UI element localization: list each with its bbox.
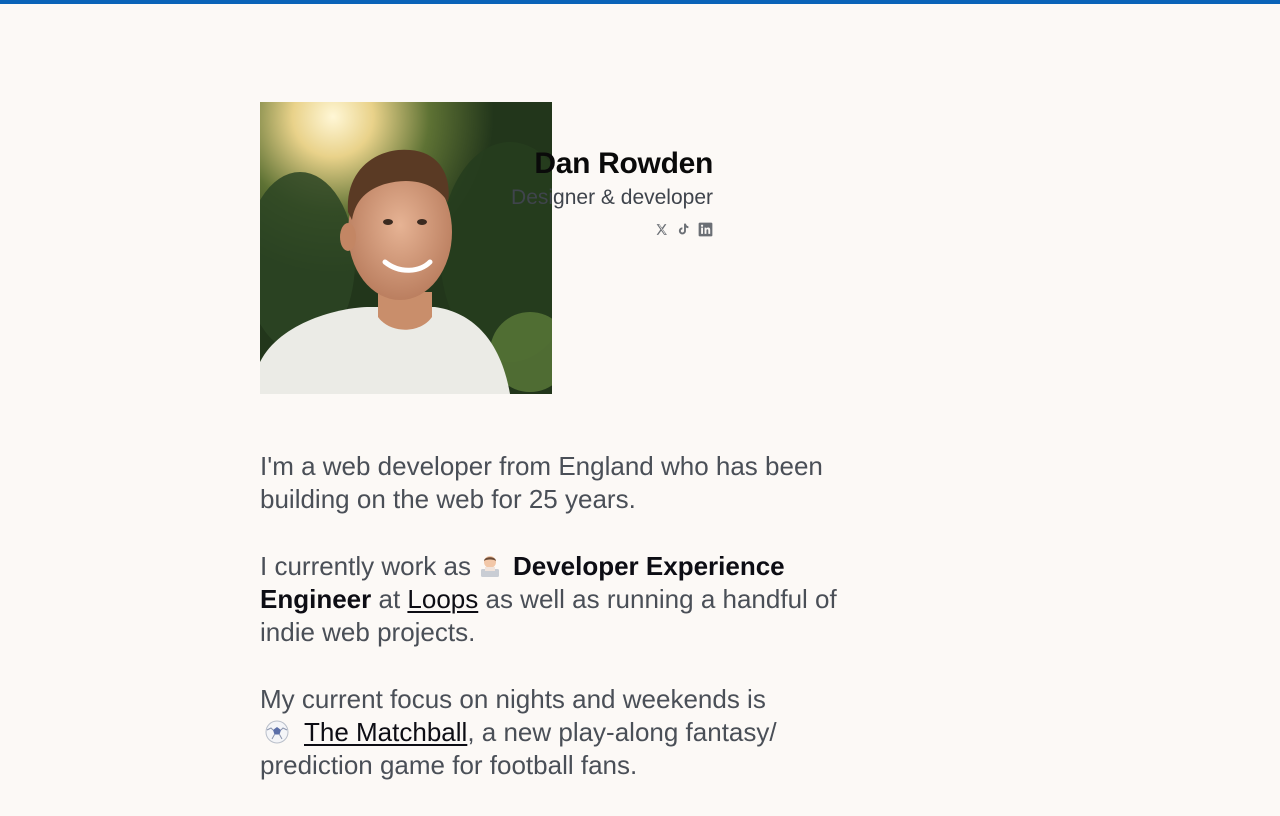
loops-link[interactable]: Loops [407, 584, 478, 614]
top-accent-bar [0, 0, 1280, 4]
bio-paragraph-intro: I'm a web developer from England who has… [260, 451, 823, 514]
bio-paragraph-work: I currently work as Developer Experience… [260, 550, 870, 649]
profile-tagline: Designer & developer [511, 186, 713, 209]
soccer-ball-emoji-icon [264, 719, 290, 745]
matchball-link[interactable]: The Matchball [304, 717, 467, 747]
social-links [470, 221, 713, 237]
x-icon[interactable] [653, 221, 669, 237]
linkedin-icon[interactable] [697, 221, 713, 237]
profile-name: Dan Rowden [534, 147, 713, 180]
bio-work-prefix: I currently work as [260, 551, 471, 581]
technologist-emoji-icon [477, 553, 503, 579]
bio-section: I'm a web developer from England who has… [260, 450, 870, 816]
tiktok-icon[interactable] [675, 221, 691, 237]
profile-header: Dan Rowden Designer & developer [470, 145, 713, 237]
bio-at: at [378, 584, 401, 614]
bio-paragraph-focus: My current focus on nights and weekends … [260, 683, 870, 782]
bio-focus-prefix: My current focus on nights and weekends … [260, 684, 766, 714]
